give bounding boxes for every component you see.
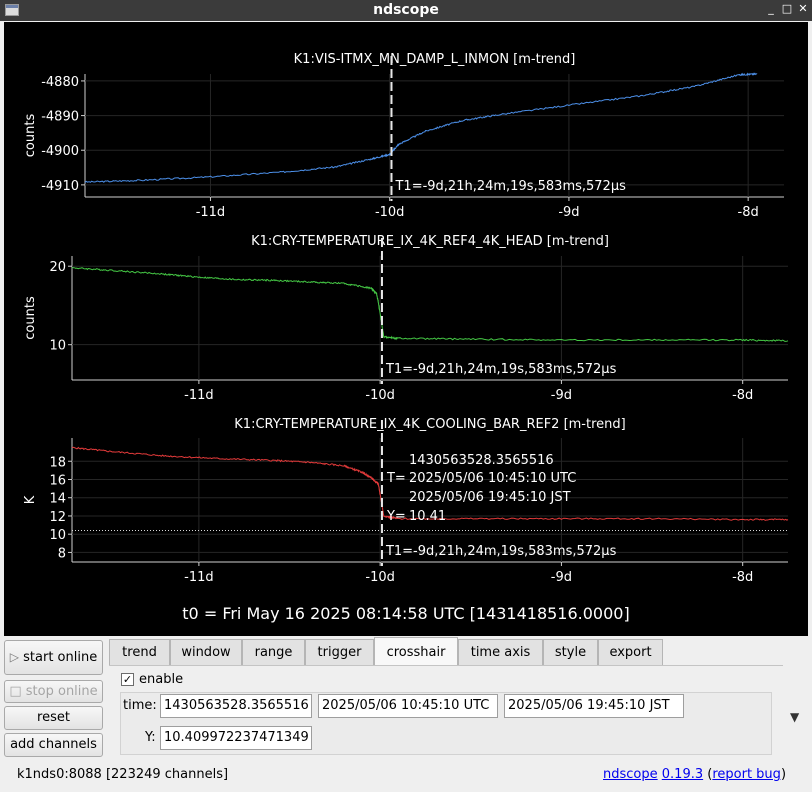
crosshair-t-prefix: T= bbox=[386, 471, 406, 486]
x-tick-label: -8d bbox=[732, 570, 753, 585]
y-tick-label: 12 bbox=[49, 510, 66, 525]
report-bug-link[interactable]: report bug bbox=[712, 767, 781, 782]
x-tick-label: -9d bbox=[551, 388, 572, 403]
stop-online-button[interactable]: □ stop online bbox=[4, 680, 103, 703]
crosshair-y-prefix: Y= bbox=[386, 509, 406, 524]
channel-count-label: [223249 channels] bbox=[105, 767, 229, 782]
plot-title-2: K1:CRY-TEMPERATURE_IX_4K_REF4_4K_HEAD [m… bbox=[251, 234, 609, 249]
play-icon: ▷ bbox=[9, 650, 19, 664]
enable-checkbox[interactable]: ✓ bbox=[121, 673, 134, 686]
tab-trigger[interactable]: trigger bbox=[305, 639, 374, 665]
y-tick-label: 14 bbox=[49, 492, 66, 507]
reset-button[interactable]: reset bbox=[4, 706, 103, 730]
tab-range[interactable]: range bbox=[242, 639, 305, 665]
tab-crosshair[interactable]: crosshair bbox=[374, 637, 458, 665]
x-tick-label: -11d bbox=[184, 388, 214, 403]
crosshair-time-gps-field[interactable]: 1430563528.3565516 bbox=[160, 694, 312, 718]
cursor-t1-label: T1=-9d,21h,24m,19s,583ms,572µs bbox=[394, 179, 626, 194]
tab-trend[interactable]: trend bbox=[109, 639, 170, 665]
series-line-1 bbox=[84, 72, 758, 183]
x-tick-label: -8d bbox=[732, 388, 753, 403]
minimize-icon[interactable]: _ bbox=[764, 2, 778, 15]
add-channels-button[interactable]: add channels bbox=[4, 733, 103, 757]
x-tick-label: -9d bbox=[551, 570, 572, 585]
crosshair-t-gps: 1430563528.3565516 bbox=[409, 453, 554, 468]
ndscope-link[interactable]: ndscope bbox=[603, 767, 658, 782]
status-bar: k1nds0:8088 [223249 channels] bbox=[17, 767, 228, 782]
cursor-t1-label: T1=-9d,21h,24m,19s,583ms,572µs bbox=[385, 544, 617, 559]
x-tick-label: -8d bbox=[738, 205, 759, 220]
y-tick-label: 16 bbox=[49, 473, 66, 488]
start-online-label: start online bbox=[23, 650, 98, 665]
x-tick-label: -9d bbox=[558, 205, 579, 220]
close-icon[interactable]: ✕ bbox=[796, 2, 810, 15]
enable-label: enable bbox=[139, 672, 184, 687]
y-tick-label: 10 bbox=[49, 339, 66, 354]
x-tick-label: -10d bbox=[375, 205, 405, 220]
window-title: ndscope bbox=[373, 2, 439, 18]
plot-area[interactable]: K1:VIS-ITMX_MN_DAMP_L_INMON [m-trend] cou… bbox=[4, 22, 808, 636]
tab-time-axis[interactable]: time axis bbox=[458, 639, 543, 665]
x-tick-label: -10d bbox=[365, 388, 395, 403]
tab-export[interactable]: export bbox=[598, 639, 663, 665]
crosshair-t-utc: 2025/05/06 10:45:10 UTC bbox=[409, 471, 576, 486]
tab-window[interactable]: window bbox=[170, 639, 242, 665]
expand-arrow-icon[interactable]: ▼ bbox=[790, 710, 799, 724]
y-tick-label: 10 bbox=[49, 528, 66, 543]
window-titlebar: ndscope _ □ ✕ bbox=[0, 0, 812, 21]
x-tick-label: -11d bbox=[184, 570, 214, 585]
nds-server-label: k1nds0:8088 bbox=[17, 767, 102, 782]
crosshair-time-jst-field[interactable]: 2025/05/06 19:45:10 JST bbox=[504, 694, 684, 718]
time-label: time: bbox=[123, 698, 157, 713]
crosshair-y-value: 10.41 bbox=[409, 509, 446, 524]
y-tick-label: -4890 bbox=[41, 110, 79, 125]
y-label: Y: bbox=[145, 730, 156, 745]
t0-label: t0 = Fri May 16 2025 08:14:58 UTC [14314… bbox=[182, 604, 630, 623]
maximize-icon[interactable]: □ bbox=[780, 2, 794, 15]
bug-close-paren: ) bbox=[780, 767, 787, 782]
plots-canvas[interactable]: K1:VIS-ITMX_MN_DAMP_L_INMON [m-trend] cou… bbox=[4, 22, 808, 636]
about-links: ndscope 0.19.3 (report bug) bbox=[603, 767, 786, 782]
y-tick-label: -4910 bbox=[41, 179, 79, 194]
crosshair-t-jst: 2025/05/06 19:45:10 JST bbox=[409, 490, 571, 505]
y-tick-label: -4880 bbox=[41, 75, 79, 90]
crosshair-y-field[interactable]: 10.409972237471349 bbox=[160, 726, 312, 750]
x-tick-label: -11d bbox=[196, 205, 226, 220]
crosshair-time-utc-field[interactable]: 2025/05/06 10:45:10 UTC bbox=[318, 694, 498, 718]
start-online-button[interactable]: ▷ start online bbox=[4, 640, 103, 675]
cursor-t1-label: T1=-9d,21h,24m,19s,583ms,572µs bbox=[385, 362, 617, 377]
tab-style[interactable]: style bbox=[543, 639, 598, 665]
plot-title-1: K1:VIS-ITMX_MN_DAMP_L_INMON [m-trend] bbox=[294, 52, 576, 67]
stop-online-label: stop online bbox=[25, 684, 98, 699]
series-line-2 bbox=[71, 266, 789, 342]
y-tick-label: -4900 bbox=[41, 144, 79, 159]
version-link[interactable]: 0.19.3 bbox=[662, 767, 703, 782]
stop-icon: □ bbox=[9, 684, 22, 699]
y-axis-label: counts bbox=[23, 296, 38, 340]
y-axis-label: counts bbox=[23, 114, 38, 158]
x-tick-label: -10d bbox=[365, 570, 395, 585]
y-tick-label: 18 bbox=[49, 455, 66, 470]
plot-title-3: K1:CRY-TEMPERATURE_IX_4K_COOLING_BAR_REF… bbox=[234, 417, 625, 432]
y-tick-label: 20 bbox=[49, 260, 66, 275]
y-axis-label: K bbox=[23, 495, 38, 504]
y-tick-label: 8 bbox=[58, 546, 66, 561]
